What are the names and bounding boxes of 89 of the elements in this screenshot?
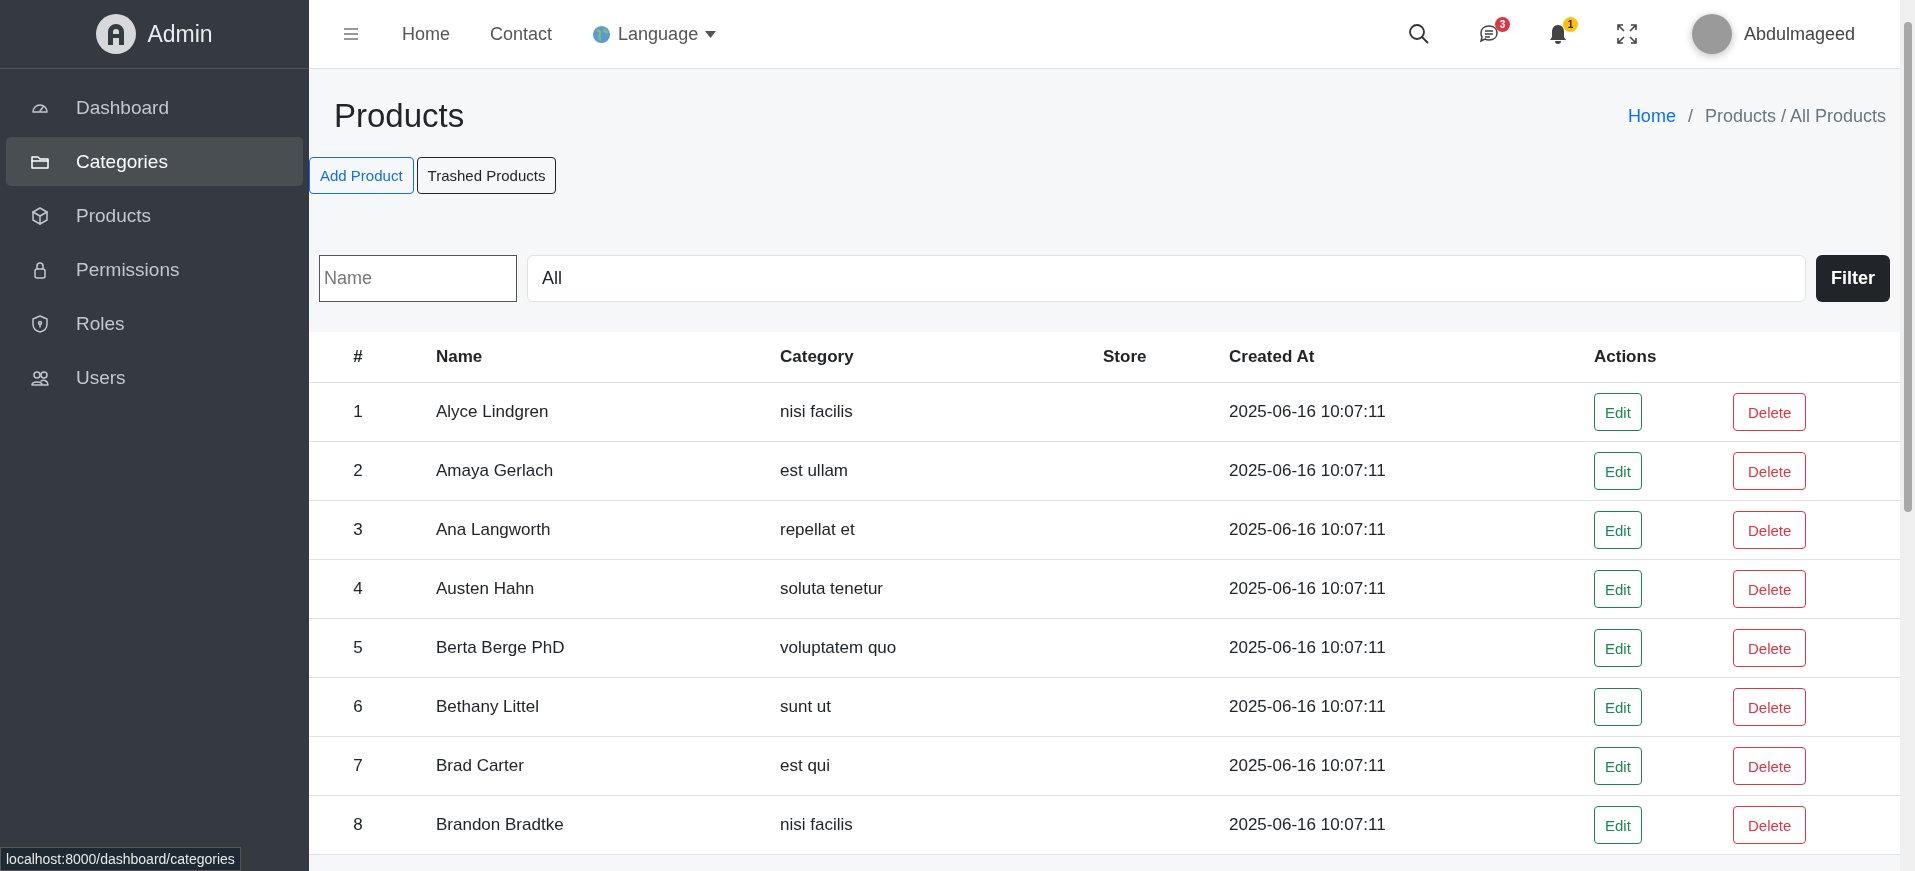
nav-link[interactable]: Home <box>402 23 450 45</box>
table-cell-text: est ullam <box>780 461 850 481</box>
filter-button[interactable]: Filter <box>1816 255 1890 302</box>
delete-button[interactable]: Delete <box>1733 629 1807 667</box>
column-header: # <box>352 347 364 367</box>
table-cell-text: 2025-06-16 10:07:11 <box>1229 756 1387 776</box>
sidebar-item[interactable]: Users <box>6 353 303 402</box>
notification-badge: 1 <box>1562 17 1578 32</box>
bell-icon[interactable] <box>1547 23 1568 45</box>
table-cell-text: Bethany Littel <box>436 697 540 717</box>
edit-button[interactable]: Edit <box>1594 511 1642 549</box>
table-cell-text: repellat et <box>780 520 856 540</box>
edit-button[interactable]: Edit <box>1594 393 1642 431</box>
table-cell-text: 2025-06-16 10:07:11 <box>1229 461 1387 481</box>
table-cell-text: voluptatem quo <box>780 638 898 658</box>
table-cell-text: 2025-06-16 10:07:11 <box>1229 638 1387 658</box>
edit-button[interactable]: Edit <box>1594 688 1642 726</box>
delete-button[interactable]: Delete <box>1733 393 1807 431</box>
breadcrumb-link[interactable]: Home <box>1627 105 1676 127</box>
table-cell-text: Amaya Gerlach <box>436 461 555 481</box>
avatar[interactable] <box>1691 14 1732 54</box>
table-cell-text: 2025-06-16 10:07:11 <box>1229 815 1387 835</box>
column-header: Name <box>436 347 484 367</box>
category-select[interactable]: All <box>527 255 1806 302</box>
table-cell-text: Berta Berge PhD <box>436 638 566 658</box>
column-header: Store <box>1103 347 1148 367</box>
sidebar-item[interactable]: Products <box>6 191 303 240</box>
table-cell-text: Ana Langworth <box>436 520 552 540</box>
table-cell-text: soluta tenetur <box>780 579 884 599</box>
globe-icon <box>592 24 612 44</box>
edit-button[interactable]: Edit <box>1594 629 1642 667</box>
name-input-field[interactable]: Name <box>319 255 517 302</box>
row-number: 5 <box>352 638 364 658</box>
search-icon[interactable] <box>1407 23 1430 45</box>
edit-button[interactable]: Edit <box>1594 452 1642 490</box>
edit-button[interactable]: Edit <box>1594 806 1642 844</box>
logo-icon <box>96 14 137 54</box>
edit-button[interactable]: Edit <box>1594 570 1642 608</box>
delete-button[interactable]: Delete <box>1733 452 1807 490</box>
user-name[interactable]: Abdulmageed <box>1743 23 1855 45</box>
trash-button[interactable]: Trashed Products <box>416 157 557 194</box>
table-cell-text: Austen Hahn <box>436 579 536 599</box>
shield-icon <box>30 313 50 334</box>
row-number: 4 <box>352 579 364 599</box>
row-number: 7 <box>352 756 364 776</box>
table-cell-text: sunt ut <box>780 697 833 717</box>
table-cell-text: Brad Carter <box>436 756 525 776</box>
column-header: Category <box>780 347 855 367</box>
table-cell-text: 2025-06-16 10:07:11 <box>1229 697 1387 717</box>
column-header: Created At <box>1229 347 1316 367</box>
edit-button[interactable]: Edit <box>1594 747 1642 785</box>
table-cell-text: 2025-06-16 10:07:11 <box>1229 579 1387 599</box>
sidebar-item[interactable]: Permissions <box>6 245 303 294</box>
chat-icon[interactable] <box>1477 23 1500 45</box>
breadcrumb-separator: / <box>1687 105 1693 127</box>
scrollbar[interactable] <box>1900 0 1915 871</box>
table-cell-text: est qui <box>780 756 832 776</box>
notification-badge: 3 <box>1494 17 1510 32</box>
caret-icon <box>705 30 717 38</box>
add-button[interactable]: Add Product <box>309 157 414 194</box>
table-cell-text: nisi facilis <box>780 815 854 835</box>
box-icon <box>30 205 50 226</box>
sidebar-item[interactable]: Roles <box>6 299 303 348</box>
row-number: 6 <box>352 697 364 717</box>
delete-button[interactable]: Delete <box>1733 570 1807 608</box>
delete-button[interactable]: Delete <box>1733 806 1807 844</box>
page-title: Products <box>334 97 465 135</box>
table-cell-text: Alyce Lindgren <box>436 402 550 422</box>
row-number: 8 <box>352 815 364 835</box>
breadcrumb-current: Products / All Products <box>1704 105 1886 127</box>
delete-button[interactable]: Delete <box>1733 688 1807 726</box>
menu-icon[interactable] <box>344 28 358 40</box>
table-cell-text: 2025-06-16 10:07:11 <box>1229 402 1387 422</box>
delete-button[interactable]: Delete <box>1733 511 1807 549</box>
brand-name: Admin <box>147 20 213 48</box>
row-number: 2 <box>352 461 364 481</box>
table-cell-text: nisi facilis <box>780 402 854 422</box>
nav-link[interactable]: Contact <box>490 23 553 45</box>
table-cell-text: 2025-06-16 10:07:11 <box>1229 520 1387 540</box>
status-url: localhost:8000/dashboard/categories <box>0 847 241 871</box>
sidebar-item[interactable]: Categories <box>6 137 303 186</box>
row-number: 1 <box>352 402 364 422</box>
fullscreen-icon[interactable] <box>1615 23 1638 45</box>
sidebar-item[interactable]: Dashboard <box>6 83 303 132</box>
language-dropdown[interactable]: Language <box>592 23 717 45</box>
table-cell-text: Brandon Bradtke <box>436 815 565 835</box>
row-number: 3 <box>352 520 364 540</box>
delete-button[interactable]: Delete <box>1733 747 1807 785</box>
column-header: Actions <box>1594 347 1658 367</box>
